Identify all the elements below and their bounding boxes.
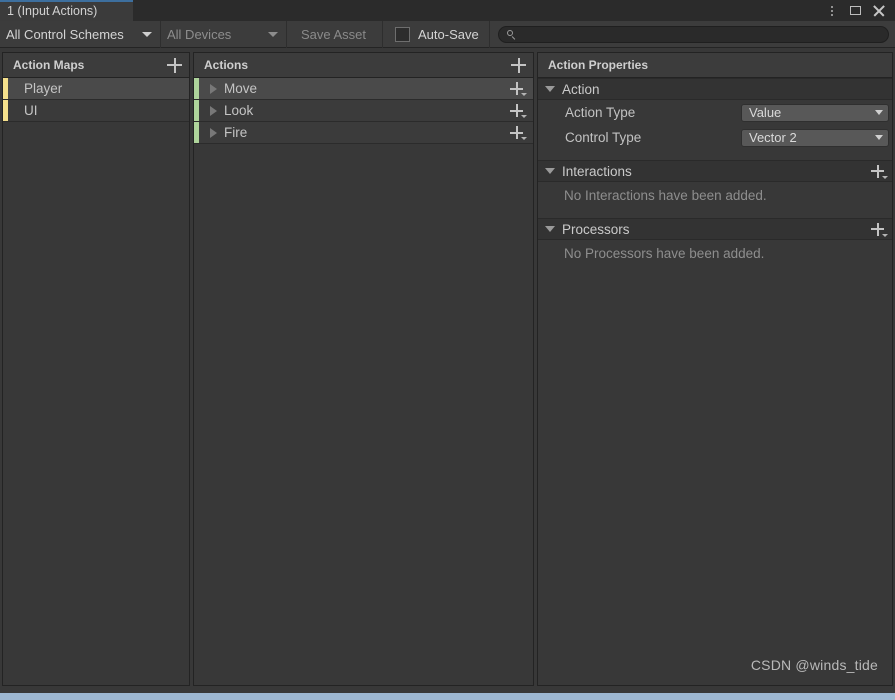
add-action-map-button[interactable]	[167, 57, 182, 73]
action-map-label: UI	[24, 103, 38, 118]
tab-bar-spacer	[133, 0, 821, 21]
window-controls	[821, 0, 895, 21]
maximize-button[interactable]	[844, 0, 866, 21]
action-type-label: Action Type	[565, 105, 636, 120]
watermark-text: CSDN @winds_tide	[750, 657, 878, 673]
editor-panels: Action Maps Player UI Actions Move Look …	[0, 48, 895, 693]
add-binding-button[interactable]	[510, 104, 527, 118]
action-type-dropdown[interactable]: Value	[741, 103, 889, 122]
interactions-empty-text: No Interactions have been added.	[564, 188, 767, 203]
devices-label: All Devices	[167, 26, 232, 42]
chevron-down-icon	[142, 31, 152, 37]
control-schemes-label: All Control Schemes	[6, 26, 124, 42]
interactions-section-header[interactable]: Interactions	[538, 160, 892, 182]
control-type-value: Vector 2	[749, 130, 797, 145]
processors-section-title: Processors	[562, 221, 630, 237]
control-schemes-dropdown[interactable]: All Control Schemes	[0, 20, 161, 48]
search-input[interactable]	[519, 27, 880, 41]
auto-save-checkbox[interactable]	[395, 26, 410, 42]
add-processor-button[interactable]	[871, 222, 888, 237]
control-type-label: Control Type	[565, 130, 642, 145]
add-binding-button[interactable]	[510, 126, 527, 140]
foldout-open-icon	[545, 86, 555, 92]
action-accent-bar	[194, 100, 199, 121]
action-label: Look	[224, 103, 254, 118]
foldout-open-icon	[545, 168, 555, 174]
control-type-row: Control Type Vector 2	[538, 125, 892, 150]
window-tab-bar: 1 (Input Actions)	[0, 0, 895, 21]
chevron-down-icon	[882, 175, 888, 179]
actions-panel: Actions Move Look Fire	[193, 52, 534, 686]
processors-section-header[interactable]: Processors	[538, 218, 892, 240]
foldout-arrow-icon[interactable]	[210, 127, 217, 138]
devices-dropdown[interactable]: All Devices	[161, 20, 287, 48]
control-type-dropdown[interactable]: Vector 2	[741, 128, 889, 147]
chevron-down-icon	[268, 31, 278, 37]
action-type-row: Action Type Value	[538, 100, 892, 125]
action-properties-panel: Action Properties Action Action Type Val…	[537, 52, 893, 686]
kebab-menu-icon	[831, 5, 833, 16]
chevron-down-icon	[875, 135, 883, 140]
search-box[interactable]	[497, 25, 889, 43]
auto-save-control[interactable]: Auto-Save	[383, 20, 490, 48]
close-button[interactable]	[867, 0, 889, 21]
action-row-move[interactable]: Move	[194, 78, 533, 100]
foldout-open-icon	[545, 226, 555, 232]
chevron-down-icon	[882, 233, 888, 237]
add-action-button[interactable]	[511, 57, 526, 73]
tab-input-actions[interactable]: 1 (Input Actions)	[0, 0, 133, 21]
auto-save-label: Auto-Save	[418, 26, 479, 42]
action-type-value: Value	[749, 105, 782, 120]
foldout-arrow-icon[interactable]	[210, 83, 217, 94]
chevron-down-icon	[521, 115, 527, 118]
save-asset-button[interactable]: Save Asset	[287, 20, 383, 48]
input-actions-editor-window: 1 (Input Actions) All Control Schemes Al…	[0, 0, 895, 700]
chevron-down-icon	[521, 137, 527, 140]
add-interaction-button[interactable]	[871, 164, 888, 179]
action-row-fire[interactable]: Fire	[194, 122, 533, 144]
action-maps-header: Action Maps	[3, 53, 189, 78]
search-area	[490, 21, 895, 48]
action-accent-bar	[194, 78, 199, 99]
actions-header: Actions	[194, 53, 533, 78]
action-maps-panel: Action Maps Player UI	[2, 52, 190, 686]
action-properties-header: Action Properties	[538, 53, 892, 78]
interactions-section-title: Interactions	[562, 163, 632, 179]
foldout-arrow-icon[interactable]	[210, 105, 217, 116]
processors-empty-text: No Processors have been added.	[564, 246, 765, 261]
action-label: Fire	[224, 125, 248, 140]
action-section-header[interactable]: Action	[538, 78, 892, 100]
tab-label: 1 (Input Actions)	[7, 3, 98, 18]
action-accent-bar	[194, 122, 199, 143]
action-map-row-ui[interactable]: UI	[3, 100, 189, 122]
action-label: Move	[224, 81, 258, 96]
add-binding-button[interactable]	[510, 82, 527, 96]
save-asset-label: Save Asset	[300, 26, 367, 42]
action-map-label: Player	[24, 81, 63, 96]
editor-toolbar: All Control Schemes All Devices Save Ass…	[0, 20, 895, 48]
action-map-row-player[interactable]: Player	[3, 78, 189, 100]
actions-title: Actions	[204, 58, 249, 72]
action-section-title: Action	[562, 81, 600, 97]
chevron-down-icon	[875, 110, 883, 115]
chevron-down-icon	[521, 93, 527, 96]
action-row-look[interactable]: Look	[194, 100, 533, 122]
kebab-menu-button[interactable]	[821, 0, 843, 21]
maximize-icon	[849, 6, 861, 15]
search-icon	[506, 29, 516, 39]
action-maps-title: Action Maps	[13, 58, 85, 72]
bottom-status-strip	[0, 693, 895, 700]
action-properties-title: Action Properties	[548, 58, 649, 72]
close-icon	[872, 4, 885, 17]
